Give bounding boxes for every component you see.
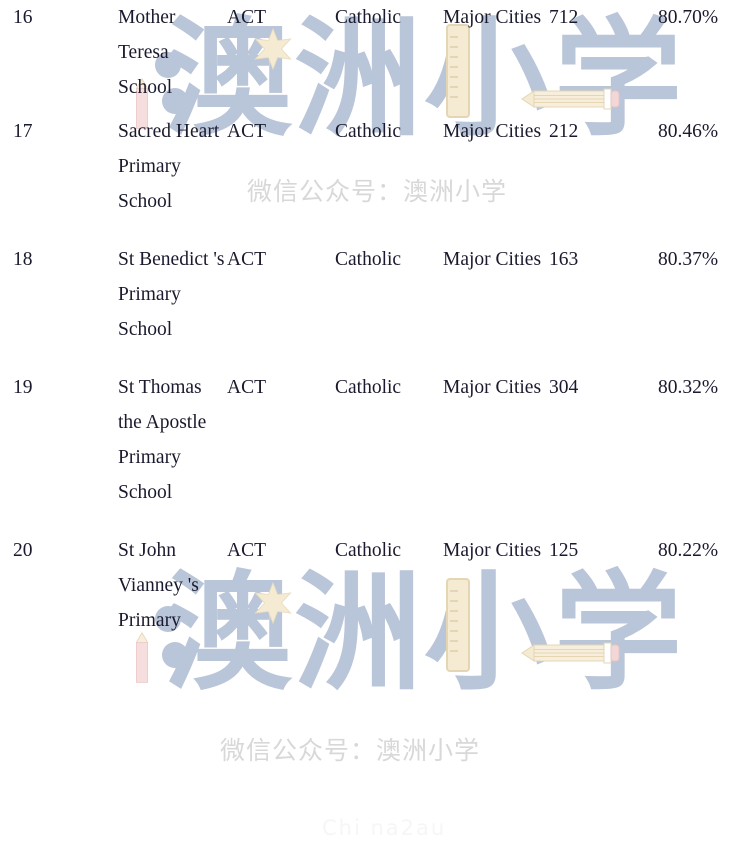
cell-geolocation: Major Cities <box>443 540 542 561</box>
cell-enrolments: 163 <box>549 249 579 270</box>
cell-enrolments: 304 <box>549 377 579 398</box>
table-row[interactable]: 19 St Thomas the Apostle Primary School … <box>0 361 753 524</box>
decor-dot-icon <box>162 642 188 668</box>
cell-school: Sacred Heart Primary School <box>118 121 220 212</box>
cell-state: ACT <box>227 540 266 561</box>
cell-rank: 16 <box>13 7 33 28</box>
wechat-watermark-bottom: 微信公众号：澳洲小学 <box>220 736 481 765</box>
cell-rank: 19 <box>13 377 33 398</box>
cell-score: 80.70% <box>658 7 719 28</box>
table-row[interactable]: 18 St Benedict 's Primary School ACT Cat… <box>0 233 753 361</box>
cell-rank: 18 <box>13 249 33 270</box>
cell-geolocation: Major Cities <box>443 121 542 142</box>
cell-rank: 17 <box>13 121 33 142</box>
cell-geolocation: Major Cities <box>443 377 542 398</box>
table-row[interactable]: 17 Sacred Heart Primary School ACT Catho… <box>0 105 753 233</box>
site-watermark: Chi na2au <box>322 816 447 840</box>
cell-sector: Catholic <box>335 249 402 270</box>
cell-sector: Catholic <box>335 7 402 28</box>
cell-state: ACT <box>227 121 266 142</box>
pencil-icon <box>521 642 620 664</box>
cell-enrolments: 712 <box>549 7 579 28</box>
cell-sector: Catholic <box>335 377 402 398</box>
cell-state: ACT <box>227 377 266 398</box>
cell-enrolments: 125 <box>549 540 579 561</box>
cell-state: ACT <box>227 249 266 270</box>
table-row[interactable]: 20 St John Vianney 's Primary ACT Cathol… <box>0 524 753 638</box>
table-row[interactable]: 16 Mother Teresa School ACT Catholic Maj… <box>0 0 753 105</box>
school-ranking-table: 16 Mother Teresa School ACT Catholic Maj… <box>0 0 753 638</box>
cell-rank: 20 <box>13 540 33 561</box>
cell-score: 80.46% <box>658 121 719 142</box>
cell-sector: Catholic <box>335 121 402 142</box>
cell-school: St John Vianney 's Primary <box>118 540 199 631</box>
cell-school: Mother Teresa School <box>118 7 176 98</box>
cell-score: 80.22% <box>658 540 719 561</box>
cell-state: ACT <box>227 7 266 28</box>
cell-school: St Thomas the Apostle Primary School <box>118 377 207 503</box>
cell-sector: Catholic <box>335 540 402 561</box>
cell-geolocation: Major Cities <box>443 7 542 28</box>
cell-score: 80.37% <box>658 249 719 270</box>
cell-score: 80.32% <box>658 377 719 398</box>
cell-enrolments: 212 <box>549 121 579 142</box>
crayon-icon <box>135 632 149 683</box>
table-body: 16 Mother Teresa School ACT Catholic Maj… <box>0 0 753 638</box>
cell-school: St Benedict 's Primary School <box>118 249 225 340</box>
cell-geolocation: Major Cities <box>443 249 542 270</box>
